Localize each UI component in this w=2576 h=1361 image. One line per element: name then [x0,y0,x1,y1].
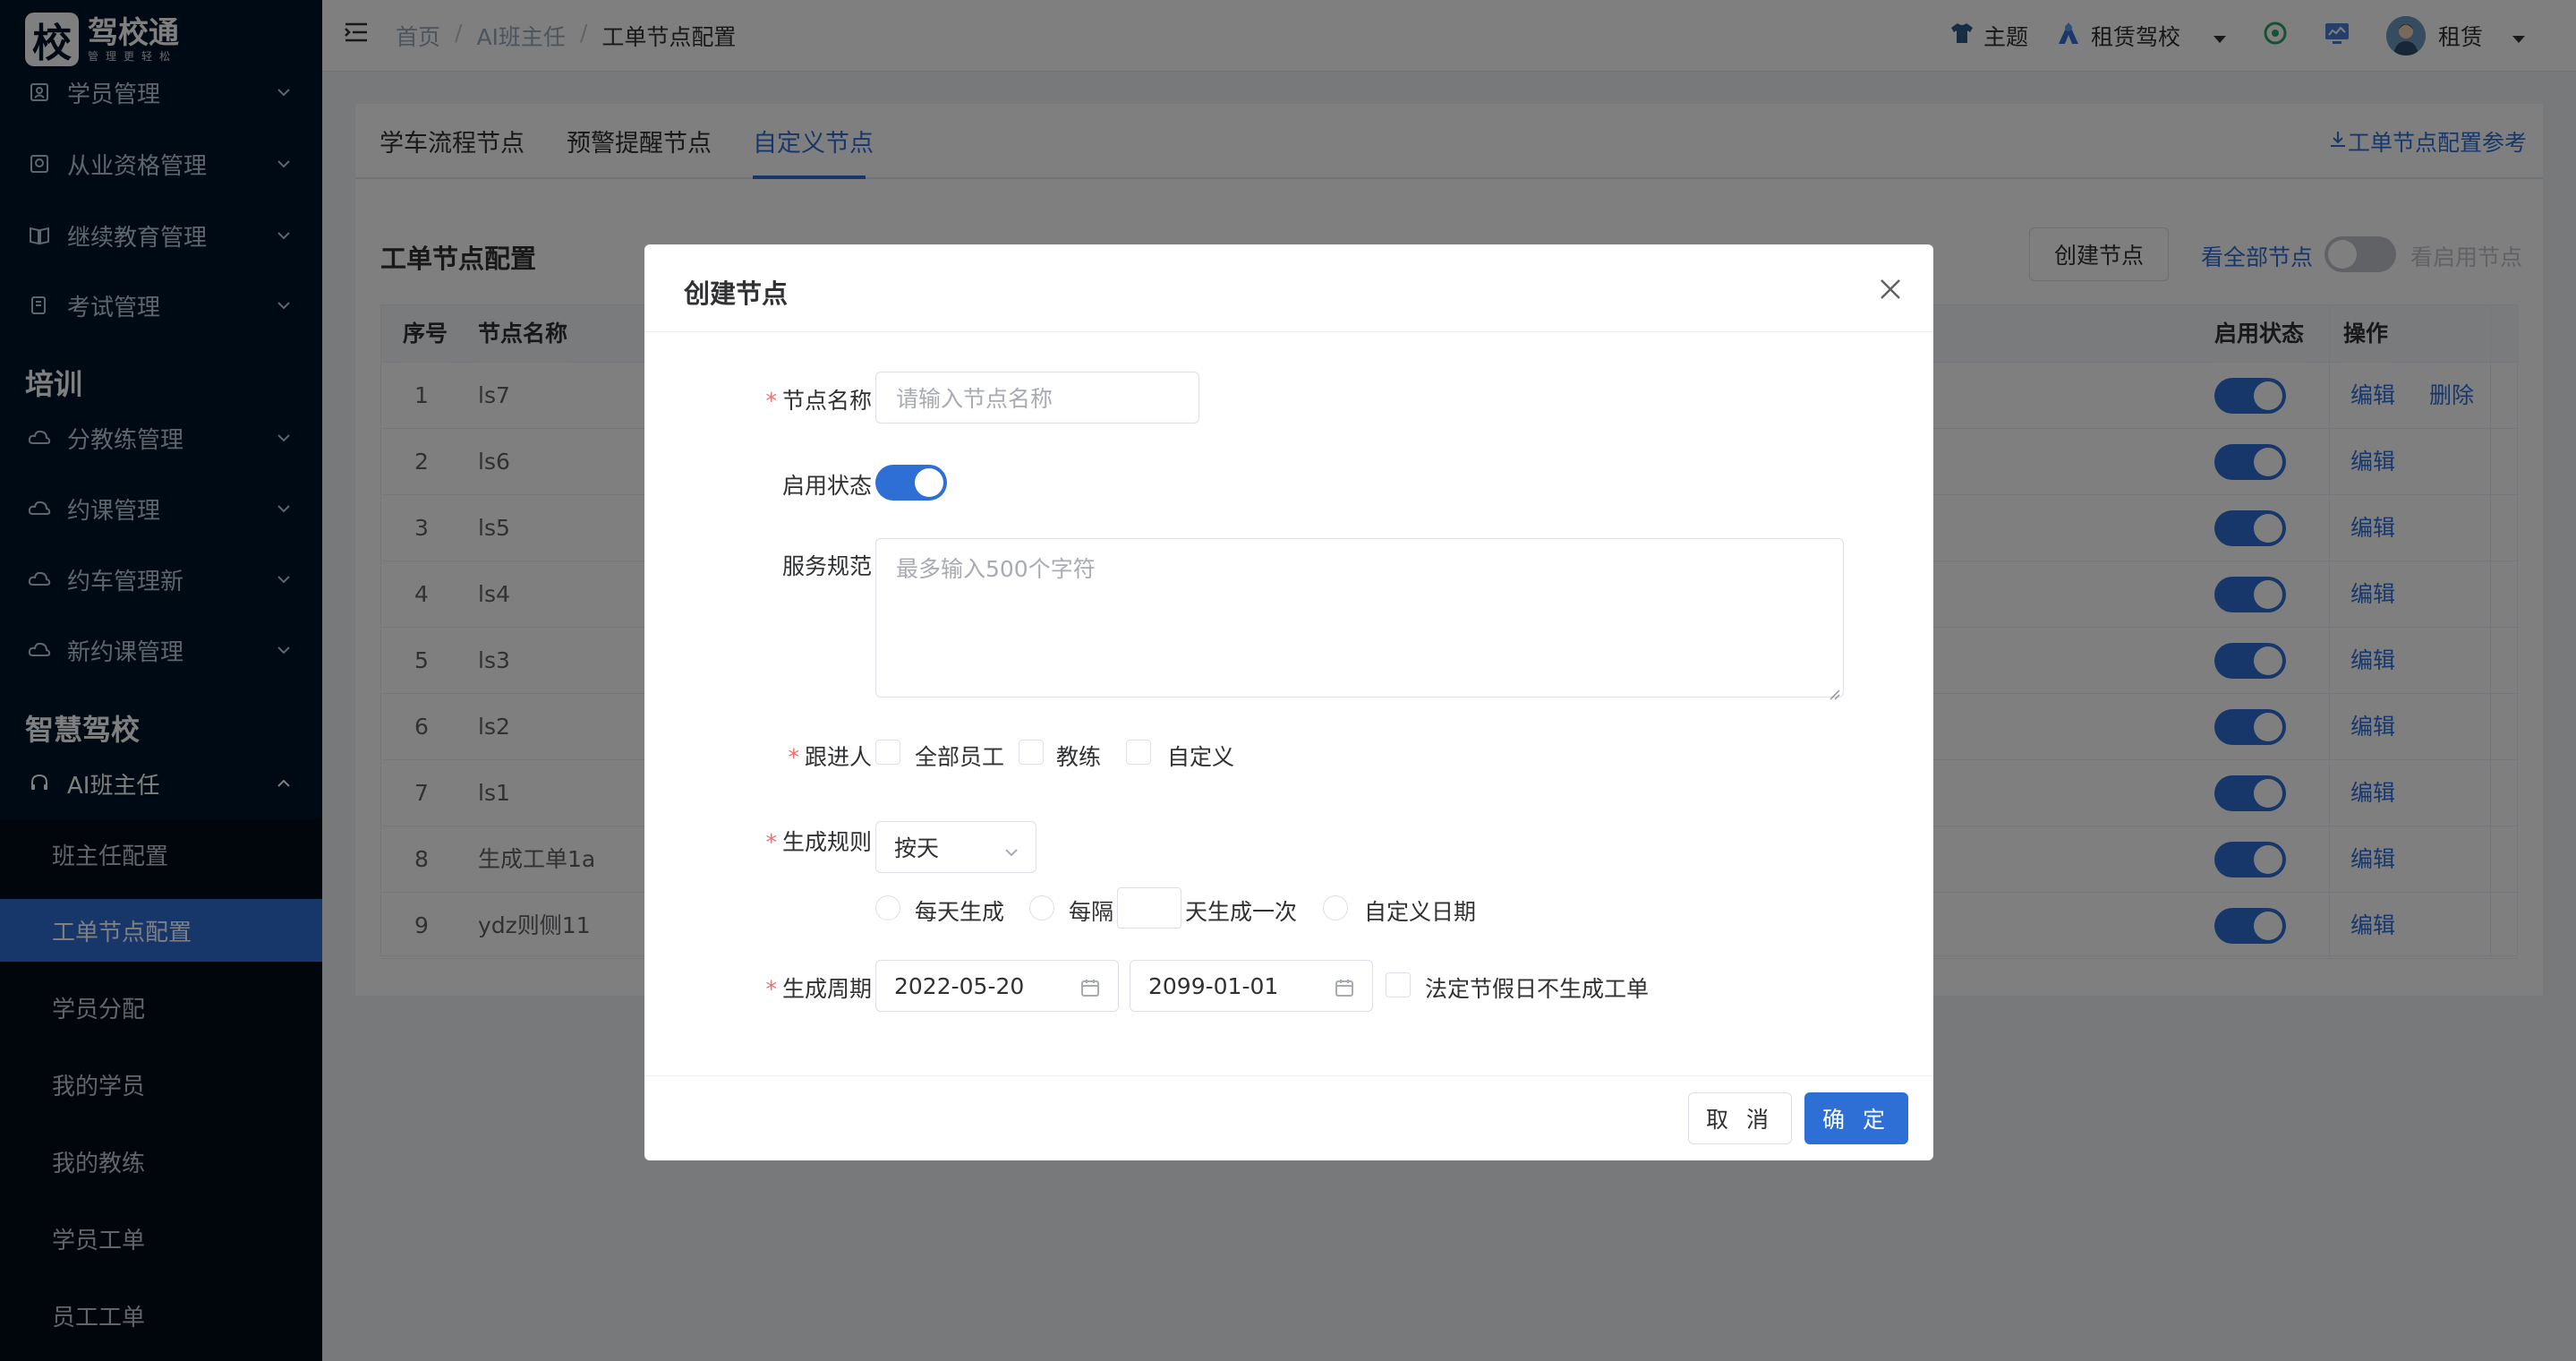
node-name-input[interactable]: 请输入节点名称 [875,372,1199,424]
interval-days-input[interactable] [1117,887,1181,929]
status-label: 启用状态 [781,473,872,499]
follower-all-staff-checkbox[interactable] [875,740,900,765]
cancel-button[interactable]: 取 消 [1688,1092,1792,1144]
confirm-button[interactable]: 确 定 [1804,1092,1908,1144]
dialog-title: 创建节点 [684,278,789,309]
start-date-input[interactable]: 2022-05-20 [875,960,1119,1012]
service-spec-textarea[interactable]: 最多输入500个字符 [875,538,1844,700]
resize-handle-icon[interactable] [1827,680,1841,700]
service-spec-label: 服务规范 [781,553,872,579]
status-switch[interactable] [875,465,947,501]
generate-rule-select[interactable]: 按天 [875,821,1036,873]
calendar-icon [1335,977,1354,997]
generate-rule-label: * 生成规则 [765,829,872,855]
rule-daily-radio[interactable] [875,895,900,920]
follower-custom-checkbox[interactable] [1126,740,1151,765]
skip-holidays-checkbox[interactable] [1386,972,1411,997]
close-icon[interactable] [1878,277,1903,302]
follower-coach-checkbox[interactable] [1019,740,1044,765]
end-date-input[interactable]: 2099-01-01 [1130,960,1373,1012]
create-node-dialog: 创建节点 * 节点名称 请输入节点名称 启用状态 服务规范 最多输入500个字符 … [644,244,1933,1160]
node-name-label: * 节点名称 [765,388,872,414]
follower-label: * 跟进人 [788,744,872,770]
generate-period-label: * 生成周期 [765,976,872,1002]
chevron-down-icon [1003,840,1019,857]
calendar-icon [1080,977,1100,997]
rule-custom-date-radio[interactable] [1323,895,1348,920]
rule-interval-radio[interactable] [1029,895,1054,920]
